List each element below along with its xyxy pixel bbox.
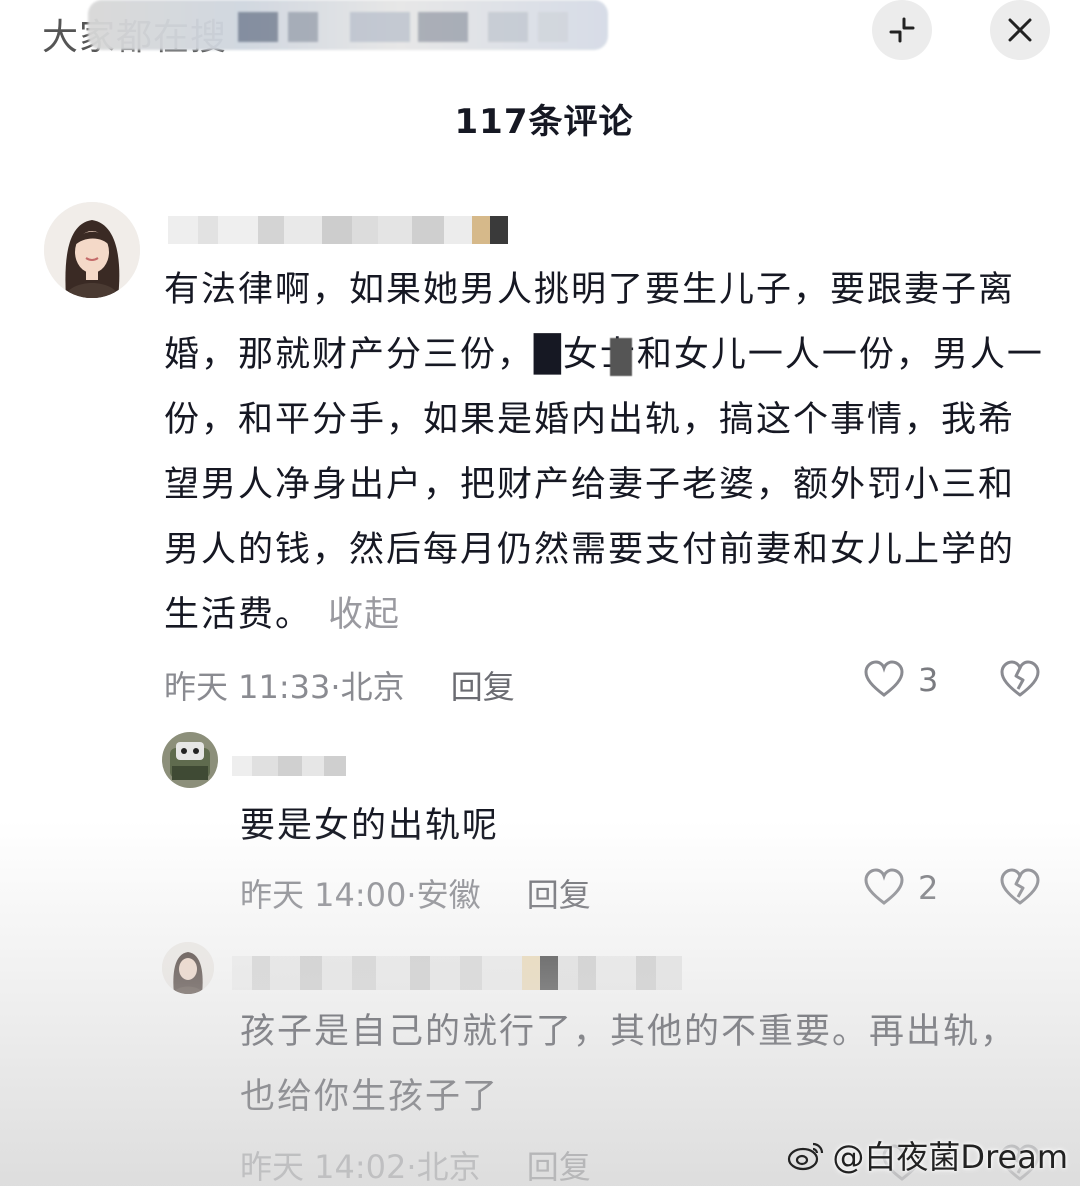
avatar[interactable] [44, 202, 140, 298]
comment-count-title: 117条评论 [454, 102, 634, 142]
comment-location: 安徽 [416, 876, 481, 914]
weibo-logo-icon [788, 1142, 824, 1171]
reply-button[interactable]: 回复 [527, 1148, 591, 1186]
like-button[interactable]: 2 [862, 866, 938, 910]
broken-heart-icon [1000, 868, 1040, 905]
comment-meta: 昨天 14:02·北京 回复 [240, 1148, 591, 1186]
comment-time: 昨天 14:02 [240, 1148, 407, 1186]
collapse-icon [889, 17, 915, 43]
redacted-mosaic [610, 338, 632, 376]
dislike-button[interactable] [998, 866, 1042, 914]
comment-text: 要是女的出轨呢 [240, 806, 500, 846]
comment-time: 昨天 11:33 [164, 668, 331, 706]
reply-button[interactable]: 回复 [527, 876, 591, 914]
comment-meta: 昨天 14:00·安徽 回复 [240, 876, 591, 914]
reply-button[interactable]: 回复 [451, 668, 515, 706]
avatar[interactable] [162, 732, 218, 788]
comment-location: 北京 [416, 1148, 481, 1186]
watermark-text: @白夜菌Dream [832, 1138, 1068, 1176]
comment-text: 孩子是自己的就行了，其他的不重要。再出轨，也给你生孩子了 [240, 1012, 1018, 1117]
heart-icon [864, 660, 904, 697]
username-blurred[interactable] [232, 956, 682, 990]
comment-time: 昨天 14:00 [240, 876, 407, 914]
like-count: 2 [918, 869, 939, 907]
dislike-button[interactable] [998, 658, 1042, 706]
like-count: 3 [918, 661, 939, 699]
comment-meta: 昨天 11:33·北京 回复 [164, 668, 515, 706]
avatar[interactable] [162, 942, 214, 994]
close-button[interactable] [990, 0, 1050, 60]
collapse-button[interactable] [872, 0, 932, 60]
username-blurred[interactable] [232, 756, 346, 776]
collapse-link[interactable]: 收起 [328, 595, 400, 635]
broken-heart-icon [1000, 660, 1040, 697]
comment-text: 有法律啊，如果她男人挑明了要生儿子，要跟妻子离婚，那就财产分三份，█女士和女儿一… [164, 270, 1044, 635]
close-icon [1008, 18, 1032, 42]
comment-location: 北京 [340, 668, 405, 706]
weibo-watermark: @白夜菌Dream [786, 1132, 1068, 1178]
heart-icon [864, 868, 904, 905]
blurred-search-bar [88, 0, 608, 50]
username-blurred[interactable] [168, 216, 508, 244]
like-button[interactable]: 3 [862, 658, 938, 702]
